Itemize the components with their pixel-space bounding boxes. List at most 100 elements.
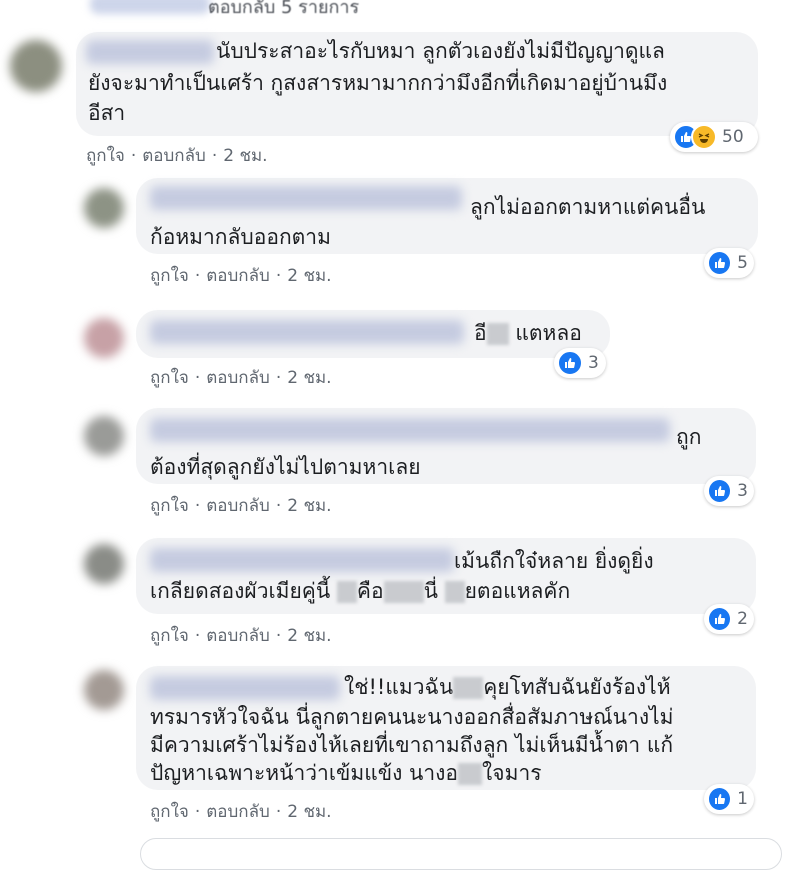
timestamp[interactable]: 2 ชม.: [287, 802, 331, 822]
comment-text: ยังจะมาทำเป็นเศร้า กูสงสารหมามากกว่ามึงอ…: [88, 71, 668, 95]
separator: ·: [275, 626, 282, 646]
avatar[interactable]: [10, 40, 62, 92]
haha-reaction-icon: [691, 124, 717, 150]
censored-text: [444, 581, 465, 603]
blurred-commenter-name[interactable]: [86, 40, 214, 64]
reply-link[interactable]: ตอบกลับ: [206, 626, 270, 646]
like-link[interactable]: ถูกใจ: [150, 496, 189, 516]
reply-link[interactable]: ตอบกลับ: [142, 146, 206, 166]
like-link[interactable]: ถูกใจ: [86, 146, 125, 166]
reaction-count: 5: [737, 253, 748, 273]
comment-text: ถูก: [676, 425, 702, 449]
separator: ·: [275, 368, 282, 388]
like-link[interactable]: ถูกใจ: [150, 802, 189, 822]
reply-link[interactable]: ตอบกลับ: [206, 368, 270, 388]
comment-text-segment: ใจมาร: [482, 761, 542, 785]
comment-text: ปัญหาเฉพาะหน้าว่าเข้มแข้ง นางอ ใจมาร: [150, 758, 542, 789]
comment-text: ต้องที่สุดลูกยังไม่ไปตามหาเลย: [150, 455, 421, 479]
like-reaction-icon: [707, 786, 733, 812]
comment-bubble: นับประสาอะไรกับหมา ลูกตัวเองยังไม่มีปัญญ…: [76, 32, 758, 136]
reaction-summary[interactable]: 1: [704, 784, 754, 814]
timestamp[interactable]: 2 ชม.: [287, 266, 331, 286]
reaction-summary[interactable]: 2: [704, 604, 754, 634]
reaction-count: 1: [737, 789, 748, 809]
reaction-count: 2: [737, 609, 748, 629]
comment-actions: ถูกใจ · ตอบกลับ · 2 ชม.: [150, 492, 332, 519]
separator: ·: [194, 802, 201, 822]
comment-actions: ถูกใจ · ตอบกลับ · 2 ชม.: [150, 798, 332, 825]
timestamp[interactable]: 2 ชม.: [287, 368, 331, 388]
view-replies-link[interactable]: ตอบกลับ 5 รายการ: [208, 0, 359, 21]
comment-text-segment: ปัญหาเฉพาะหน้าว่าเข้มแข้ง นางอ: [150, 761, 459, 785]
separator: ·: [211, 146, 218, 166]
avatar[interactable]: [84, 670, 124, 710]
reaction-summary[interactable]: 50: [670, 122, 758, 152]
reaction-summary[interactable]: 3: [704, 476, 754, 506]
like-reaction-icon: [707, 478, 733, 504]
comment-text: อีสา: [88, 101, 126, 125]
separator: ·: [194, 266, 201, 286]
comment-text-segment: ยตอแหลคัก: [464, 579, 571, 603]
comment-text: นับประสาอะไรกับหมา ลูกตัวเองยังไม่มีปัญญ…: [216, 39, 665, 63]
comment-text: ลูกไม่ออกตามหาแต่คนอื่น: [470, 195, 706, 219]
comment-actions: ถูกใจ · ตอบกลับ · 2 ชม.: [150, 364, 332, 391]
comment-text: ก้อหมากลับออกตาม: [150, 225, 331, 249]
separator: ·: [194, 496, 201, 516]
comment-bubble: อี แตหลอ: [136, 310, 610, 358]
blurred-commenter-name[interactable]: [150, 186, 462, 210]
separator: ·: [130, 146, 137, 166]
comment-text: เม้นถืกใจ๋หลาย ยิ่งดูยิ่ง: [454, 549, 654, 573]
like-link[interactable]: ถูกใจ: [150, 368, 189, 388]
blurred-commenter-name[interactable]: [150, 320, 464, 344]
avatar[interactable]: [84, 544, 124, 584]
comment-text: มีความเศร้าไม่ร้องไห้เลยที่เขาถามถึงลูก …: [150, 733, 674, 757]
comment-text: เกลียดสองผัวเมียคู่นี้ คือ นี่ ยตอแหลคัก: [150, 576, 570, 607]
blurred-commenter-name[interactable]: [150, 418, 670, 442]
comment-bubble: ลูกไม่ออกตามหาแต่คนอื่น ก้อหมากลับออกตาม: [136, 178, 758, 254]
timestamp[interactable]: 2 ชม.: [287, 496, 331, 516]
like-reaction-icon: [557, 350, 583, 376]
separator: ·: [194, 368, 201, 388]
comment-text-segment: เกลียดสองผัวเมียคู่นี้: [150, 579, 331, 603]
blurred-commenter-name[interactable]: [150, 548, 454, 572]
comment-actions: ถูกใจ · ตอบกลับ · 2 ชม.: [150, 622, 332, 649]
censored-text: [486, 323, 509, 345]
separator: ·: [275, 802, 282, 822]
censored-text: [453, 677, 484, 699]
comment-text-segment: คุยโทสับฉันยังร้องไห้: [483, 675, 671, 699]
comment-bubble: เม้นถืกใจ๋หลาย ยิ่งดูยิ่ง เกลียดสองผัวเม…: [136, 538, 756, 614]
comment-text: ทรมารหัวใจฉัน นี่ลูกตายคนนะนางออกสื่อสัม…: [150, 705, 674, 729]
reaction-summary[interactable]: 5: [704, 248, 754, 278]
reaction-count: 50: [722, 127, 744, 147]
like-reaction-icon: [707, 606, 733, 632]
avatar[interactable]: [84, 416, 124, 456]
reply-input-box[interactable]: [140, 838, 782, 870]
blurred-commenter-name[interactable]: [150, 676, 340, 700]
comment-bubble: ใช่!!แมวฉัน คุยโทสับฉันยังร้องไห้ ทรมารหั…: [136, 666, 756, 790]
comment-text: อี แตหลอ: [474, 318, 582, 349]
comment-text-segment: อี: [474, 321, 487, 345]
like-link[interactable]: ถูกใจ: [150, 266, 189, 286]
comment-actions: ถูกใจ · ตอบกลับ · 2 ชม.: [150, 262, 332, 289]
comment-text-segment: แตหลอ: [515, 321, 582, 345]
timestamp[interactable]: 2 ชม.: [287, 626, 331, 646]
reaction-count: 3: [588, 353, 599, 373]
like-link[interactable]: ถูกใจ: [150, 626, 189, 646]
reply-link[interactable]: ตอบกลับ: [206, 266, 270, 286]
censored-text: [383, 581, 424, 603]
comment-text-segment: คือ: [356, 579, 384, 603]
reaction-count: 3: [737, 481, 748, 501]
comment-actions: ถูกใจ · ตอบกลับ · 2 ชม.: [86, 142, 268, 169]
avatar[interactable]: [84, 318, 124, 358]
separator: ·: [194, 626, 201, 646]
reaction-summary[interactable]: 3: [554, 348, 606, 378]
reply-link[interactable]: ตอบกลับ: [206, 802, 270, 822]
blurred-name: [90, 0, 210, 14]
reply-link[interactable]: ตอบกลับ: [206, 496, 270, 516]
comment-text-segment: นี่: [423, 579, 438, 603]
censored-text: [458, 763, 483, 785]
separator: ·: [275, 266, 282, 286]
comment-text-segment: ใช่!!แมวฉัน: [344, 675, 454, 699]
timestamp[interactable]: 2 ชม.: [223, 146, 267, 166]
avatar[interactable]: [84, 188, 124, 228]
